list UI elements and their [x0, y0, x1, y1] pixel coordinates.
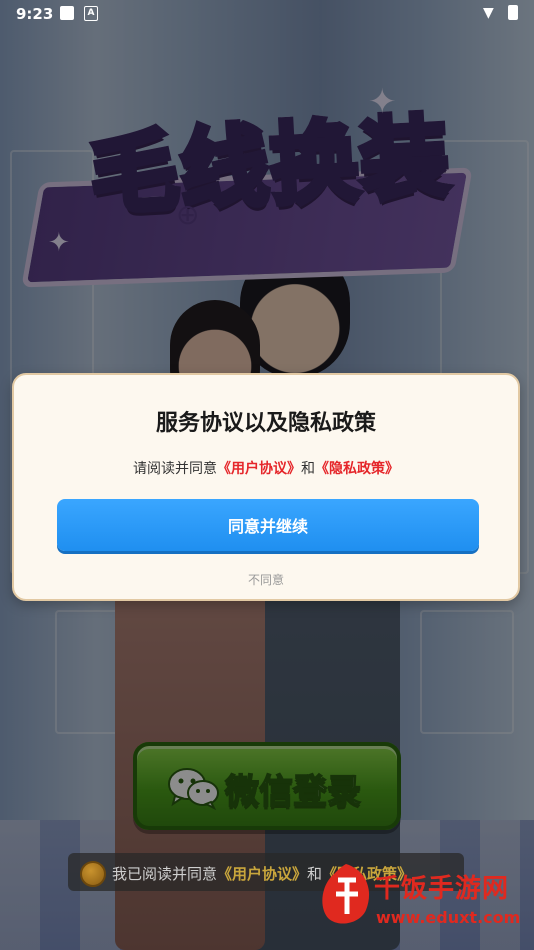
- agree-continue-button[interactable]: 同意并继续: [57, 499, 479, 551]
- battery-icon: [508, 5, 518, 20]
- watermark: 千饭手游网 www.eduxt.com: [316, 856, 532, 948]
- watermark-logo-icon: [322, 864, 370, 924]
- watermark-name: 千饭手游网: [374, 874, 510, 904]
- watermark-url: www.eduxt.com: [376, 908, 521, 927]
- status-bar: 9:23 A ▼: [0, 0, 534, 28]
- notification-square-icon: [60, 6, 74, 20]
- dialog-title: 服务协议以及隐私政策: [155, 411, 376, 436]
- privacy-dialog: 服务协议以及隐私政策 请阅读并同意《用户协议》和《隐私政策》 同意并继续 不同意: [12, 373, 520, 601]
- dialog-conjunction: 和: [301, 461, 315, 477]
- status-time: 9:23: [16, 5, 54, 23]
- dialog-privacy-policy-link[interactable]: 《隐私政策》: [315, 461, 399, 477]
- dialog-description: 请阅读并同意《用户协议》和《隐私政策》: [14, 458, 518, 478]
- disagree-button[interactable]: 不同意: [14, 571, 518, 588]
- dialog-desc-prefix: 请阅读并同意: [133, 461, 217, 477]
- button-dimmer: [133, 742, 401, 830]
- agreement-prefix: 我已阅读并同意: [112, 865, 218, 883]
- user-agreement-link[interactable]: 《用户协议》: [217, 865, 307, 883]
- agreement-checkbox[interactable]: [80, 861, 106, 887]
- notification-a-icon: A: [84, 6, 98, 21]
- wifi-icon: ▼: [483, 5, 494, 21]
- dialog-user-agreement-link[interactable]: 《用户协议》: [217, 461, 301, 477]
- wechat-login-button[interactable]: 微信登录: [133, 742, 401, 830]
